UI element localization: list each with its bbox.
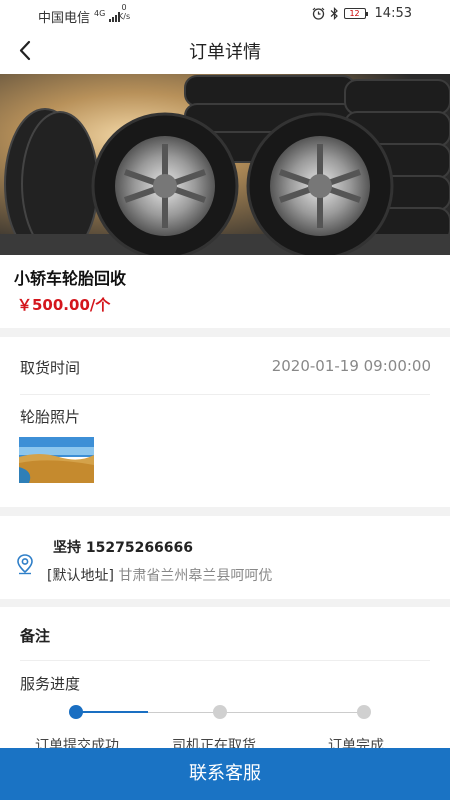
bluetooth-icon [330, 7, 338, 20]
progress-step-dot-3 [357, 705, 371, 719]
progress-step-dot-1 [69, 705, 83, 719]
default-address-tag: [默认地址] [47, 568, 114, 584]
product-price: ￥500.00/个 [17, 296, 111, 314]
pickup-time-value: 2020-01-19 09:00:00 [271, 357, 431, 375]
divider [20, 660, 430, 661]
tyre-photos-label: 轮胎照片 [20, 408, 81, 426]
contact-service-button[interactable]: 联系客服 [0, 748, 450, 800]
divider [20, 394, 430, 395]
pickup-time-label: 取货时间 [20, 359, 81, 377]
product-image [0, 74, 450, 255]
remark-label: 备注 [20, 627, 51, 645]
progress-track-done [76, 711, 148, 713]
product-name: 小轿车轮胎回收 [14, 269, 127, 288]
network-speed: 0 K/s [118, 3, 130, 21]
page-title: 订单详情 [189, 42, 261, 63]
address-card[interactable]: 坚持 15275266666 [默认地址] 甘肃省兰州皋兰县呵呵优 [0, 516, 450, 599]
speed-value: 0 [121, 3, 127, 12]
location-pin-icon [17, 554, 33, 575]
contact-name-phone: 坚持 15275266666 [53, 540, 194, 556]
product-card: 小轿车轮胎回收 ￥500.00/个 [0, 255, 450, 328]
status-bar: 中国电信 4G 0 K/s 12 14:53 [0, 0, 450, 28]
nav-bar: 订单详情 [0, 28, 450, 74]
carrier-label: 中国电信 [38, 11, 91, 26]
tyre-photo-thumbnail[interactable] [19, 437, 94, 483]
service-progress-label: 服务进度 [20, 675, 81, 693]
progress-step-dot-2 [213, 705, 227, 719]
battery-level: 12 [349, 9, 360, 18]
alarm-icon [312, 7, 324, 20]
status-left: 中国电信 4G [38, 7, 121, 26]
address-text: 甘肃省兰州皋兰县呵呵优 [118, 568, 273, 584]
address-line: [默认地址] 甘肃省兰州皋兰县呵呵优 [47, 565, 272, 585]
clock: 14:53 [374, 6, 412, 21]
battery-icon: 12 [343, 8, 368, 19]
remark-progress-card: 备注 服务进度 订单提交成功 司机正在取货 订单完成 [0, 607, 450, 754]
network-label: 4G [94, 9, 106, 18]
speed-unit: K/s [118, 12, 131, 21]
order-info-card: 取货时间 2020-01-19 09:00:00 轮胎照片 [0, 337, 450, 507]
status-right: 12 14:53 [312, 6, 412, 21]
